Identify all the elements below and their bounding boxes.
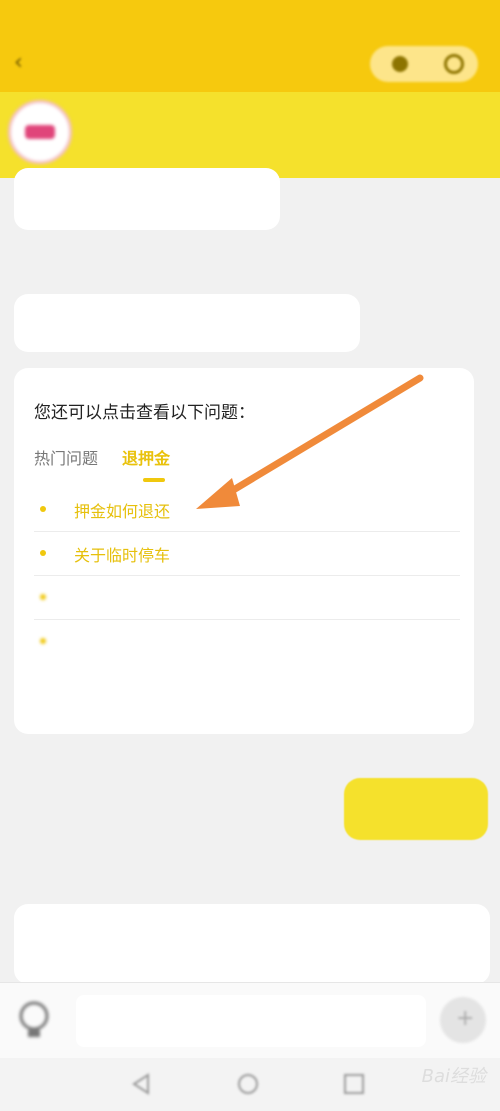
lightbulb-icon[interactable] <box>14 999 54 1043</box>
send-icon[interactable]: + <box>440 997 486 1043</box>
nav-home-icon[interactable] <box>236 1072 260 1096</box>
watermark: Bai经验 <box>421 1066 486 1087</box>
user-message-bubble <box>344 778 488 840</box>
annotation-arrow-shaft <box>216 374 424 502</box>
nav-back-icon[interactable] <box>130 1072 154 1096</box>
annotation-arrow-head <box>196 478 240 509</box>
system-nav-bar: Bai经验 <box>0 1058 500 1111</box>
agent-message-bubble <box>14 904 490 984</box>
message-input[interactable] <box>76 995 426 1047</box>
input-bar: + <box>0 982 500 1058</box>
nav-recent-icon[interactable] <box>342 1072 366 1096</box>
